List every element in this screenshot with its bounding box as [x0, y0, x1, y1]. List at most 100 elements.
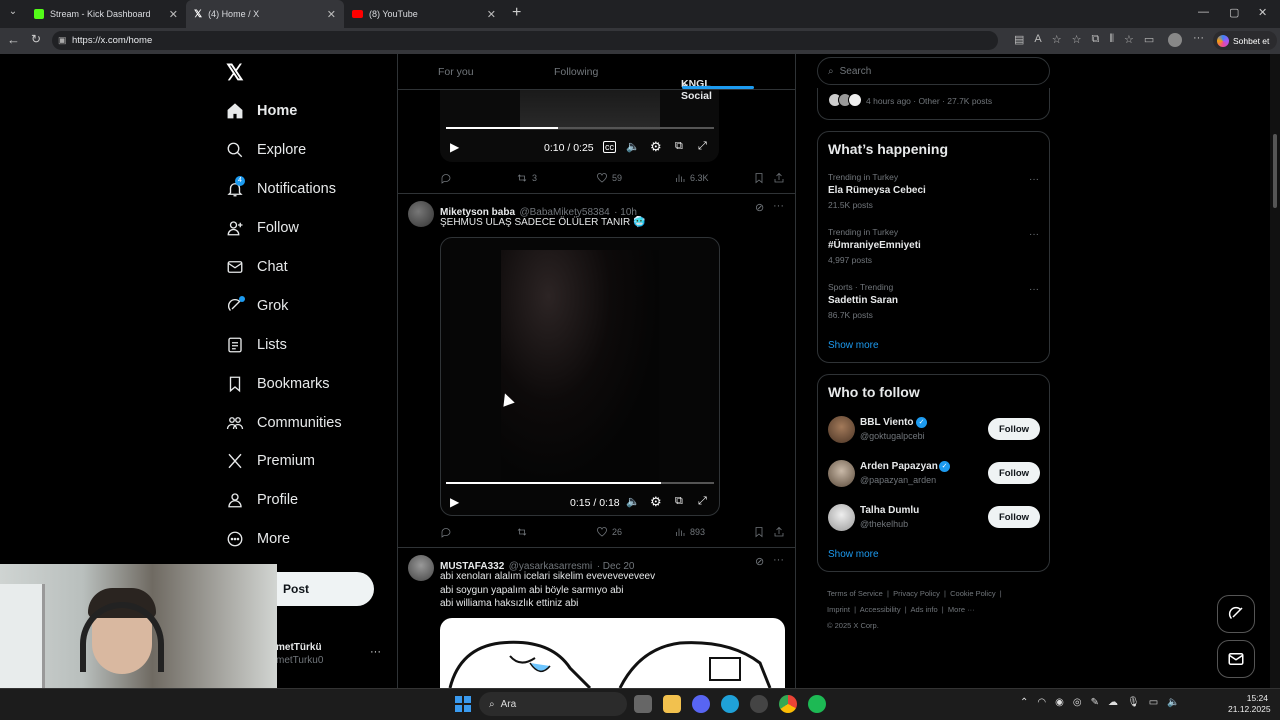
- avatar[interactable]: [408, 555, 434, 581]
- grok-icon[interactable]: ⊘: [755, 201, 764, 214]
- nav-more[interactable]: More: [226, 527, 290, 551]
- trend-item[interactable]: Trending in Turkey #ÜmraniyeEmniyeti 4,9…: [828, 227, 1043, 265]
- back-icon[interactable]: ←: [7, 32, 20, 47]
- nav-profile[interactable]: Profile: [226, 488, 298, 512]
- x-logo-icon[interactable]: 𝕏: [226, 60, 244, 86]
- cloud-icon[interactable]: ☁: [1108, 697, 1118, 708]
- steam-tray-icon[interactable]: ◎: [1073, 697, 1082, 708]
- collections-icon[interactable]: ☆: [1124, 33, 1134, 46]
- grok-float-button[interactable]: [1217, 595, 1255, 633]
- more-dots-icon[interactable]: ···: [370, 646, 381, 658]
- footer-link[interactable]: Ads info: [911, 605, 938, 614]
- captions-icon[interactable]: cc: [603, 141, 616, 153]
- fullscreen-icon[interactable]: ⤢: [698, 495, 707, 508]
- nav-notifications[interactable]: Notifications 4: [226, 176, 336, 201]
- discord-icon[interactable]: [692, 695, 710, 713]
- nav-bookmarks[interactable]: Bookmarks: [226, 372, 330, 396]
- trend-item[interactable]: Trending in Turkey Ela Rümeysa Cebeci 21…: [828, 172, 1043, 210]
- file-explorer-icon[interactable]: [663, 695, 681, 713]
- headset-icon[interactable]: ◠: [1037, 697, 1046, 708]
- clock[interactable]: 15:24 21.12.2025: [1228, 693, 1271, 715]
- nav-explore[interactable]: Explore: [226, 138, 306, 162]
- follow-button[interactable]: Follow: [988, 506, 1040, 528]
- more-dots-icon[interactable]: ···: [1029, 284, 1039, 295]
- volume-icon[interactable]: 🔈: [626, 495, 640, 508]
- account-switcher[interactable]: metTürkü metTurku0 ···: [276, 642, 386, 672]
- avatar[interactable]: [828, 416, 855, 443]
- footer-link[interactable]: Privacy Policy: [893, 589, 940, 598]
- footer-link[interactable]: More ···: [948, 605, 975, 614]
- menu-dots-icon[interactable]: ···: [1193, 32, 1204, 44]
- display-icon[interactable]: ▭: [1149, 697, 1158, 708]
- copilot-button[interactable]: Sohbet et: [1213, 31, 1277, 50]
- pip-icon[interactable]: ⧉: [675, 495, 683, 508]
- footer-link[interactable]: Cookie Policy: [950, 589, 995, 598]
- more-dots-icon[interactable]: ···: [1029, 229, 1039, 240]
- nav-lists[interactable]: Lists: [226, 333, 287, 357]
- volume-icon[interactable]: 🔈: [1167, 697, 1179, 708]
- app-icon[interactable]: ◉: [1055, 697, 1064, 708]
- avatar[interactable]: [408, 201, 434, 227]
- views-button[interactable]: 6.3K: [674, 172, 709, 184]
- more-dots-icon[interactable]: ···: [773, 200, 784, 212]
- tab-youtube[interactable]: (8) YouTube ✕: [344, 0, 504, 28]
- reader-icon[interactable]: ▤: [1014, 33, 1024, 46]
- reload-icon[interactable]: ↻: [31, 32, 41, 46]
- more-dots-icon[interactable]: ···: [1029, 174, 1039, 185]
- retweet-button[interactable]: [516, 526, 532, 538]
- pen-icon[interactable]: ✎: [1091, 697, 1099, 708]
- nav-grok[interactable]: Grok: [226, 294, 288, 318]
- tweet-image[interactable]: [440, 618, 785, 688]
- bookmark-button[interactable]: [753, 526, 769, 538]
- retweet-button[interactable]: 3: [516, 172, 537, 184]
- address-bar[interactable]: ▣ https://x.com/home: [52, 31, 998, 50]
- tab-list-button[interactable]: ⌄: [4, 6, 22, 22]
- edge-icon[interactable]: [721, 695, 739, 713]
- messages-float-button[interactable]: [1217, 640, 1255, 678]
- chrome-icon[interactable]: [779, 695, 797, 713]
- extensions-icon[interactable]: ⧉: [1092, 33, 1100, 46]
- avatar[interactable]: [828, 504, 855, 531]
- show-more-link[interactable]: Show more: [828, 549, 879, 560]
- show-more-link[interactable]: Show more: [828, 340, 879, 351]
- trend-item[interactable]: Sports · Trending Sadettin Saran 86.7K p…: [828, 282, 1043, 320]
- like-button[interactable]: 59: [596, 172, 622, 184]
- views-button[interactable]: 893: [674, 526, 705, 538]
- bookmark-button[interactable]: [753, 172, 769, 184]
- like-button[interactable]: 26: [596, 526, 622, 538]
- close-icon[interactable]: ✕: [487, 8, 496, 21]
- close-icon[interactable]: ✕: [327, 8, 336, 21]
- chevron-up-icon[interactable]: ⌃: [1020, 697, 1028, 708]
- avatar[interactable]: [828, 460, 855, 487]
- new-tab-button[interactable]: +: [512, 4, 521, 22]
- pip-icon[interactable]: ⧉: [675, 140, 683, 153]
- favorite-icon[interactable]: ☆: [1052, 33, 1062, 46]
- follow-button[interactable]: Follow: [988, 462, 1040, 484]
- more-dots-icon[interactable]: ···: [773, 554, 784, 566]
- page-scrollbar[interactable]: [1270, 54, 1280, 688]
- nav-follow[interactable]: Follow: [226, 216, 299, 240]
- footer-link[interactable]: Terms of Service: [827, 589, 883, 598]
- start-icon[interactable]: [455, 696, 471, 712]
- follow-button[interactable]: Follow: [988, 418, 1040, 440]
- translate-icon[interactable]: A: [1034, 33, 1041, 46]
- reply-button[interactable]: [440, 526, 456, 538]
- settings-icon[interactable]: ⚙: [650, 139, 662, 155]
- maximize-button[interactable]: ▢: [1229, 6, 1239, 19]
- nav-premium[interactable]: Premium: [226, 449, 315, 473]
- wallet-icon[interactable]: ▭: [1144, 33, 1154, 46]
- minimize-button[interactable]: —: [1198, 6, 1209, 18]
- taskbar-search[interactable]: ⌕ Ara: [479, 692, 627, 716]
- tab-for-you[interactable]: For you: [438, 66, 474, 78]
- close-icon[interactable]: ✕: [169, 8, 178, 21]
- window-close-button[interactable]: ✕: [1258, 6, 1267, 19]
- trend-top-card[interactable]: 4 hours ago · Other · 27.7K posts: [817, 88, 1050, 120]
- avatar[interactable]: [1168, 33, 1182, 47]
- volume-icon[interactable]: 🔈: [626, 140, 640, 153]
- scrollbar-thumb[interactable]: [1273, 134, 1277, 208]
- play-icon[interactable]: ▶: [450, 495, 459, 509]
- nav-communities[interactable]: Communities: [226, 411, 342, 435]
- follow-suggestion[interactable]: Arden Papazyan ✓ @papazyan_arden Follow: [828, 459, 1043, 489]
- steam-icon[interactable]: [750, 695, 768, 713]
- spotify-icon[interactable]: [808, 695, 826, 713]
